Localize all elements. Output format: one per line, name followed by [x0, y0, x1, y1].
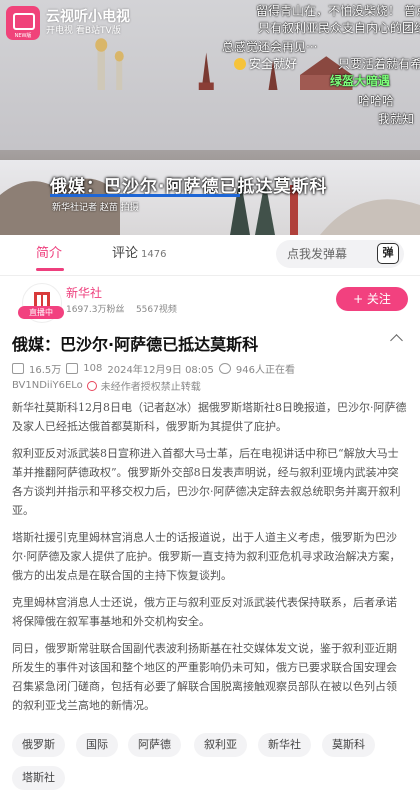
- app-slogan: 开电视 看B站TV版: [46, 26, 121, 36]
- video-title: 俄媒：巴沙尔·阿萨德已抵达莫斯科: [12, 335, 259, 354]
- follow-button[interactable]: + 关注: [336, 287, 408, 311]
- play-count-icon: [12, 363, 24, 374]
- video-count: 5567视频: [135, 305, 177, 315]
- repost-notice: 未经作者授权禁止转载: [100, 382, 201, 393]
- tag-item[interactable]: 国际: [76, 733, 118, 757]
- article-paragraph: 新华社莫斯科12月8日电（记者赵冰）据俄罗斯塔斯社8日晚报道，巴沙尔·阿萨德及家…: [12, 401, 407, 433]
- app-name: 云视听小电视: [46, 9, 130, 25]
- comment-count: 1476: [141, 249, 167, 260]
- article-body: 新华社莫斯科12月8日电（记者赵冰）据俄罗斯塔斯社8日晚报道，巴沙尔·阿萨德及家…: [12, 398, 407, 723]
- article-paragraph: 叙利亚反对派武装8日宣称进入首都大马士革，后在电视讲话中称已“解放大马士革并推翻…: [12, 447, 401, 517]
- video-meta-2: BV1NDiiY6ELo 未经作者授权禁止转载: [12, 378, 201, 393]
- danmaku-item: 绿盔大暗遇: [330, 74, 391, 88]
- danmaku-item: 只要活着就有希: [338, 57, 420, 71]
- tag-item[interactable]: 莫斯科: [322, 733, 375, 757]
- tag-item[interactable]: 阿萨德: [128, 733, 181, 757]
- tag-item[interactable]: 俄罗斯: [12, 733, 65, 757]
- tag-item[interactable]: 叙利亚: [194, 733, 247, 757]
- watching-count: 946人正在看: [235, 365, 295, 376]
- publish-date: 2024年12月9日 08:05: [107, 365, 214, 376]
- article-paragraph: 同日，俄罗斯常驻联合国副代表波利扬斯基在社交媒体发文说，鉴于叙利亚近期所发生的事…: [12, 642, 397, 712]
- chevron-up-icon[interactable]: [390, 334, 403, 347]
- tab-underline: [36, 268, 64, 271]
- danmaku-item: 我就知: [378, 112, 415, 126]
- danmaku-count: 108: [83, 363, 103, 374]
- video-player[interactable]: NEW版 云视听小电视 开电视 看B站TV版 留得青山在，不怕没柴烧！ 普京 只…: [0, 0, 420, 235]
- app-logo-icon: NEW版: [6, 6, 40, 40]
- article-paragraph: 塔斯社援引克里姆林宫消息人士的话报道说，出于人道主义考虑，俄罗斯为巴沙尔·阿萨德…: [12, 531, 401, 582]
- danmaku-count-icon: [66, 363, 79, 374]
- viewer-icon: [218, 363, 231, 374]
- channel-name[interactable]: 新华社: [66, 284, 102, 301]
- danmaku-item: 只有叙利亚民众支自内心的团结: [258, 21, 420, 35]
- bvid: BV1NDiiY6ELo: [12, 380, 83, 391]
- no-repost-icon: [86, 380, 97, 391]
- tag-item[interactable]: 塔斯社: [12, 766, 65, 790]
- video-meta: 16.5万 108 2024年12月9日 08:05 946人正在看: [12, 361, 295, 376]
- live-badge: 直播中: [18, 306, 64, 319]
- danmu-toggle-icon[interactable]: 弹: [377, 243, 399, 264]
- article-paragraph: 克里姆林宫消息人士还说，俄方正与叙利亚反对派武装代表保持联系，后者承诺将保障俄在…: [12, 596, 397, 628]
- danmaku-item: 总感觉还会再见···: [222, 40, 318, 54]
- danmaku-item: 留得青山在，不怕没柴烧！ 普京: [256, 4, 420, 18]
- app-badge: NEW版 云视听小电视 开电视 看B站TV版: [6, 6, 130, 40]
- channel-stats: 1697.3万粉丝 5567视频: [66, 302, 177, 315]
- caption-bar: [50, 194, 240, 197]
- view-count: 16.5万: [29, 365, 62, 376]
- video-reporter: 新华社记者 赵苗 拍摄: [52, 203, 139, 213]
- danmaku-item: 安全就好: [234, 55, 297, 72]
- danmaku-item: 哈哈哈: [358, 94, 395, 108]
- tag-item[interactable]: 新华社: [258, 733, 311, 757]
- follower-count: 1697.3万粉丝: [66, 305, 125, 315]
- smile-icon: [234, 57, 246, 70]
- tab-comments[interactable]: 评论 1476: [112, 235, 166, 275]
